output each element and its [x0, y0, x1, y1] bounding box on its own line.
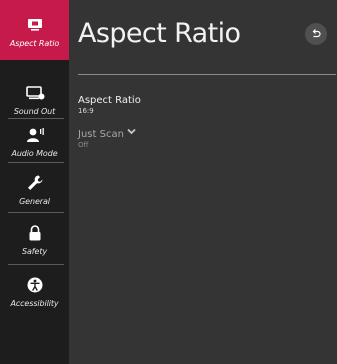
back-icon — [310, 28, 322, 40]
sidebar-item-label: Aspect Ratio — [9, 39, 60, 48]
sidebar-item-label: Sound Out — [13, 107, 56, 116]
sidebar-item-general[interactable]: General — [0, 166, 69, 218]
sidebar-item-safety[interactable]: Safety — [0, 216, 69, 268]
setting-label: Aspect Ratio — [78, 95, 141, 106]
sidebar-item-label: Audio Mode — [11, 149, 58, 158]
sidebar-item-aspect-ratio[interactable]: Aspect Ratio — [0, 0, 69, 60]
aspect-ratio-icon — [26, 14, 44, 36]
setting-value: 16:9 — [78, 107, 94, 115]
settings-sidebar: Aspect Ratio Sound Out Audio Mode Genera… — [0, 0, 69, 364]
chevron-down-icon — [127, 127, 136, 139]
sidebar-item-label: General — [19, 197, 50, 206]
wrench-icon — [26, 172, 44, 194]
sound-out-icon — [25, 82, 45, 104]
sidebar-item-label: Safety — [22, 247, 47, 256]
accessibility-icon — [26, 274, 44, 296]
just-scan-setting[interactable]: Just Scan Off — [78, 127, 136, 150]
setting-value: Off — [78, 141, 89, 149]
sidebar-divider — [8, 162, 64, 163]
sidebar-divider — [8, 264, 64, 265]
title-divider — [78, 74, 336, 75]
back-button[interactable] — [305, 23, 327, 45]
page-title: Aspect Ratio — [78, 18, 241, 49]
sidebar-divider — [8, 212, 64, 213]
audio-mode-icon — [25, 124, 45, 146]
settings-screen: Aspect Ratio Sound Out Audio Mode Genera… — [0, 0, 337, 364]
setting-label: Just Scan — [78, 129, 124, 140]
aspect-ratio-setting[interactable]: Aspect Ratio 16:9 — [78, 95, 141, 116]
sidebar-item-accessibility[interactable]: Accessibility — [0, 268, 69, 320]
sidebar-item-label: Accessibility — [10, 299, 59, 308]
lock-icon — [27, 222, 43, 244]
